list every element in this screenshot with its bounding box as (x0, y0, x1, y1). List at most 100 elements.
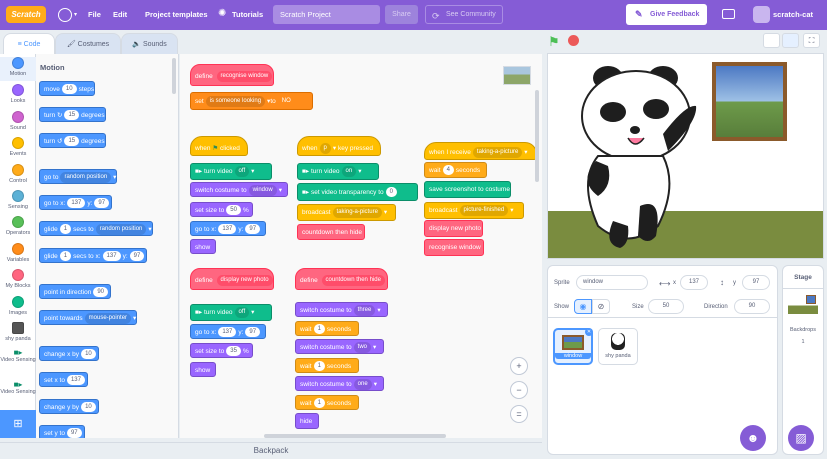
y-input[interactable]: 97 (742, 275, 770, 290)
block-dropdown[interactable]: two (353, 341, 372, 353)
block-dropdown[interactable]: is someone looking (205, 95, 266, 107)
define-block[interactable]: define recognise window (190, 64, 274, 86)
define-block[interactable]: define display new photo (190, 268, 274, 290)
glide-to-xy-block[interactable]: glide 1 secs to x: 137 y: 97 (39, 248, 148, 263)
show-hidden-toggle[interactable]: ⊘ (592, 299, 610, 314)
palette-scrollbar[interactable] (172, 58, 176, 94)
glide-to-block[interactable]: glide 1 secs to random position ▾ (39, 221, 153, 236)
choose-backdrop-button[interactable]: ▨ (788, 425, 814, 451)
shy-panda-sprite[interactable] (568, 66, 703, 254)
project-title-input[interactable]: Scratch Project (273, 5, 380, 24)
green-flag-button[interactable]: ⚑ (548, 34, 560, 50)
sprite-thumb-window[interactable]: ✕ window (553, 328, 593, 365)
choose-sprite-button[interactable]: ☻ (740, 425, 766, 451)
category-my-blocks[interactable]: My Blocks (0, 269, 36, 289)
code-workspace[interactable]: define recognise window set is someone lo… (180, 54, 542, 438)
set-video-transparency-block[interactable]: ■▸ set video transparency to 0 (297, 183, 418, 201)
block-input[interactable]: 50 (226, 205, 241, 216)
block-input[interactable]: 15 (64, 136, 80, 147)
set-y-block[interactable]: set y to 97 (39, 425, 85, 438)
category-looks[interactable]: Looks (0, 84, 36, 104)
switch-costume-block[interactable]: switch costume to window ▾ (190, 182, 288, 197)
block-dropdown[interactable]: one (353, 378, 372, 390)
set-variable-block[interactable]: set is someone looking ▾to NO (190, 92, 313, 110)
category-images[interactable]: Images (0, 296, 36, 316)
small-stage-button[interactable] (763, 33, 780, 48)
block-input[interactable]: 1 (313, 361, 325, 372)
block-input[interactable]: 97 (129, 251, 145, 262)
block-input[interactable]: 0 (385, 187, 397, 198)
username[interactable]: scratch-cat (773, 0, 813, 30)
tab-costumes[interactable]: 🖌 Costumes (55, 33, 121, 55)
display-new-photo-call-block[interactable]: display new photo (424, 220, 483, 237)
avatar[interactable] (753, 6, 770, 23)
show-block[interactable]: show (190, 362, 216, 377)
show-visible-toggle[interactable]: ◉ (574, 299, 592, 314)
switch-costume-block[interactable]: switch costume to two ▾ (295, 339, 384, 354)
block-input[interactable]: 4 (442, 165, 454, 176)
block-input[interactable]: 97 (94, 198, 110, 209)
change-x-block[interactable]: change x by 10 (39, 346, 99, 361)
block-dropdown[interactable]: taking-a-picture (332, 206, 382, 218)
category-video-sensing[interactable]: ■▸ Video Sensing (0, 348, 36, 363)
my-stuff-folder-icon[interactable] (722, 9, 735, 19)
x-input[interactable]: 137 (680, 275, 708, 290)
when-i-receive-block[interactable]: when I receive taking-a-picture ▾ (424, 142, 537, 160)
direction-input[interactable]: 90 (734, 299, 770, 314)
turn-video-block[interactable]: ■▸ turn video off ▾ (190, 304, 272, 321)
block-input[interactable]: 1 (59, 224, 72, 235)
wait-block[interactable]: wait 4 seconds (424, 162, 487, 178)
wait-block[interactable]: wait 1 seconds (295, 358, 359, 373)
block-input[interactable]: 35 (226, 346, 241, 357)
block-dropdown[interactable]: p (319, 142, 331, 154)
stop-button[interactable] (568, 35, 579, 46)
tutorials-button[interactable]: Tutorials (232, 0, 263, 30)
give-feedback-button[interactable]: ✎ Give Feedback (626, 4, 707, 25)
category-shy-panda[interactable]: shy panda (0, 322, 36, 342)
countdown-then-hide-call-block[interactable]: countdown then hide (297, 224, 365, 240)
tab-sounds[interactable]: 🔈 Sounds (121, 33, 178, 55)
fullscreen-button[interactable]: ⛶ (803, 33, 820, 48)
see-community-button[interactable]: ⟳ See Community (425, 5, 503, 24)
category-sensing[interactable]: Sensing (0, 190, 36, 210)
block-dropdown[interactable]: taking-a-picture (472, 146, 523, 158)
go-to-xy-block[interactable]: go to x: 137 y: 97 (190, 324, 266, 339)
stage[interactable] (547, 53, 824, 259)
category-control[interactable]: Control (0, 164, 36, 184)
block-input[interactable]: 10 (81, 349, 96, 360)
block-input[interactable]: 15 (64, 110, 80, 121)
block-dropdown[interactable]: off (234, 165, 250, 177)
block-input[interactable]: 137 (218, 224, 237, 235)
turn-video-block[interactable]: ■▸ turn video off ▾ (190, 163, 272, 180)
stage-target-panel[interactable]: Stage Backdrops 1 ▨ (782, 265, 824, 455)
block-dropdown[interactable]: picture-finished (459, 204, 509, 216)
add-extension-button[interactable]: ⊞ (0, 410, 36, 438)
sprite-thumb-shy-panda[interactable]: shy panda (598, 328, 638, 365)
when-flag-clicked-block[interactable]: when ⚑ clicked (190, 136, 248, 156)
sprite-name-input[interactable]: window (576, 275, 648, 290)
size-input[interactable]: 50 (648, 299, 684, 314)
move-steps-block[interactable]: move 10 steps (39, 81, 96, 96)
set-x-block[interactable]: set x to 137 (39, 372, 88, 387)
workspace-horizontal-scrollbar[interactable] (264, 434, 446, 438)
block-input[interactable]: 137 (102, 251, 121, 262)
tab-code[interactable]: ≡ Code (3, 33, 55, 55)
point-towards-block[interactable]: point towards mouse-pointer ▾ (39, 310, 138, 325)
block-dropdown[interactable]: mouse-pointer (84, 312, 132, 324)
file-menu[interactable]: File (88, 0, 101, 30)
category-events[interactable]: Events (0, 137, 36, 157)
switch-costume-block[interactable]: switch costume to three ▾ (295, 302, 388, 317)
save-screenshot-block[interactable]: save screenshot to costume (424, 181, 511, 198)
go-to-xy-block[interactable]: go to x: 137 y: 97 (39, 195, 113, 210)
go-to-block[interactable]: go to random position ▾ (39, 169, 118, 184)
workspace-vertical-scrollbar[interactable] (535, 90, 539, 182)
go-to-xy-block[interactable]: go to x: 137 y: 97 (190, 221, 266, 236)
zoom-reset-button[interactable]: = (510, 405, 528, 423)
block-input[interactable]: 137 (218, 327, 237, 338)
project-templates-menu[interactable]: Project templates (145, 0, 208, 30)
block-dropdown[interactable]: on (341, 165, 357, 177)
when-key-pressed-block[interactable]: when p ▾ key pressed (297, 136, 381, 156)
block-input[interactable]: 137 (67, 198, 86, 209)
category-operators[interactable]: Operators (0, 216, 36, 236)
turn-left-block[interactable]: turn ↺ 15 degrees (39, 133, 106, 148)
